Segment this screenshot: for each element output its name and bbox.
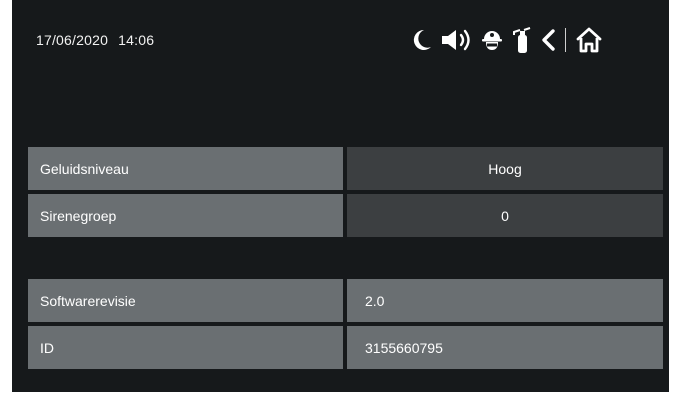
info-row-id: ID 3155660795 [28,326,663,369]
speaker-icon[interactable] [437,24,477,56]
id-label: ID [28,326,343,369]
fire-extinguisher-icon[interactable] [507,24,537,56]
software-revision-value: 2.0 [347,279,663,322]
id-value: 3155660795 [347,326,663,369]
software-revision-label: Softwarerevisie [28,279,343,322]
date-time: 17/06/2020 14:06 [36,32,154,48]
siren-group-value[interactable]: 0 [347,194,663,237]
status-icon-bar [407,22,604,58]
back-chevron-icon[interactable] [537,24,559,56]
date-text: 17/06/2020 [36,32,109,48]
panel-screen: 17/06/2020 14:06 Geluidsniveau Hoog Sire… [12,0,669,392]
sound-level-label: Geluidsniveau [28,147,343,190]
time-text: 14:06 [118,32,155,48]
info-row-software-revision: Softwarerevisie 2.0 [28,279,663,322]
setting-row-sound-level[interactable]: Geluidsniveau Hoog [28,147,663,190]
setting-row-siren-group[interactable]: Sirenegroep 0 [28,194,663,237]
icon-divider [565,28,566,52]
sound-level-value[interactable]: Hoog [347,147,663,190]
firefighter-helmet-icon[interactable] [477,24,507,56]
home-icon[interactable] [574,24,604,56]
moon-icon[interactable] [407,24,437,56]
siren-group-label: Sirenegroep [28,194,343,237]
